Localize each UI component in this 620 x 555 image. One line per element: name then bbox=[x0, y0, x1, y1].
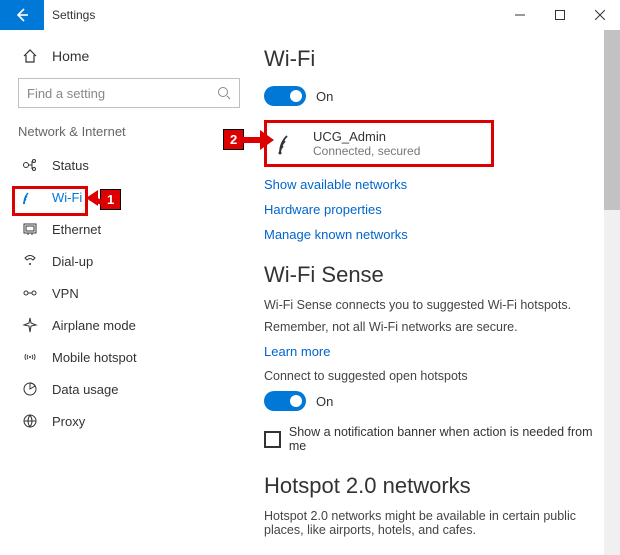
nav-vpn[interactable]: VPN bbox=[0, 277, 258, 309]
status-icon bbox=[22, 157, 38, 173]
main-panel: Wi-Fi On UCG_Admin Connected, secured Sh… bbox=[258, 30, 620, 555]
notification-label: Show a notification banner when action i… bbox=[289, 425, 610, 453]
open-hotspots-toggle[interactable] bbox=[264, 391, 306, 411]
wifi-signal-icon bbox=[277, 133, 301, 155]
minimize-button[interactable] bbox=[500, 0, 540, 30]
network-name: UCG_Admin bbox=[313, 129, 420, 144]
minimize-icon bbox=[515, 10, 525, 20]
category-label: Network & Internet bbox=[0, 118, 258, 149]
hardware-props-link[interactable]: Hardware properties bbox=[264, 202, 610, 217]
open-hotspots-label: Connect to suggested open hotspots bbox=[264, 369, 610, 383]
nav-label: Mobile hotspot bbox=[52, 350, 137, 365]
nav-dialup[interactable]: Dial-up bbox=[0, 245, 258, 277]
nav-label: Dial-up bbox=[52, 254, 93, 269]
hotspot20-heading: Hotspot 2.0 networks bbox=[264, 473, 610, 499]
nav-list: Status Wi-Fi Ethernet Dial-up VPN Airpla… bbox=[0, 149, 258, 437]
maximize-icon bbox=[555, 10, 565, 20]
wifi-toggle[interactable] bbox=[264, 86, 306, 106]
ethernet-icon bbox=[22, 221, 38, 237]
nav-label: Data usage bbox=[52, 382, 119, 397]
nav-status[interactable]: Status bbox=[0, 149, 258, 181]
network-status: Connected, secured bbox=[313, 144, 420, 158]
wifi-icon bbox=[22, 189, 38, 205]
nav-proxy[interactable]: Proxy bbox=[0, 405, 258, 437]
back-button[interactable] bbox=[0, 0, 44, 30]
nav-label: Wi-Fi bbox=[52, 190, 82, 205]
manage-known-link[interactable]: Manage known networks bbox=[264, 227, 610, 242]
sidebar: Home Find a setting Network & Internet S… bbox=[0, 30, 258, 555]
wifi-heading: Wi-Fi bbox=[264, 46, 610, 72]
sense-p2: Remember, not all Wi-Fi networks are sec… bbox=[264, 320, 610, 334]
nav-wifi[interactable]: Wi-Fi bbox=[0, 181, 258, 213]
nav-label: Proxy bbox=[52, 414, 85, 429]
nav-label: Airplane mode bbox=[52, 318, 136, 333]
hotspot-icon bbox=[22, 349, 38, 365]
arrow-left-icon bbox=[14, 7, 30, 23]
nav-airplane[interactable]: Airplane mode bbox=[0, 309, 258, 341]
search-icon bbox=[217, 86, 231, 100]
hotspot20-p: Hotspot 2.0 networks might be available … bbox=[264, 509, 610, 537]
dialup-icon bbox=[22, 253, 38, 269]
home-icon bbox=[22, 48, 38, 64]
wifi-toggle-label: On bbox=[316, 89, 333, 104]
scrollbar-thumb[interactable] bbox=[604, 30, 620, 210]
learn-more-link[interactable]: Learn more bbox=[264, 344, 610, 359]
data-icon bbox=[22, 381, 38, 397]
home-button[interactable]: Home bbox=[0, 40, 258, 72]
nav-label: Ethernet bbox=[52, 222, 101, 237]
proxy-icon bbox=[22, 413, 38, 429]
airplane-icon bbox=[22, 317, 38, 333]
close-button[interactable] bbox=[580, 0, 620, 30]
nav-label: Status bbox=[52, 158, 89, 173]
show-networks-link[interactable]: Show available networks bbox=[264, 177, 610, 192]
current-network[interactable]: UCG_Admin Connected, secured bbox=[264, 120, 494, 167]
wifi-sense-heading: Wi-Fi Sense bbox=[264, 262, 610, 288]
nav-hotspot[interactable]: Mobile hotspot bbox=[0, 341, 258, 373]
window-title: Settings bbox=[52, 8, 95, 22]
search-input[interactable]: Find a setting bbox=[18, 78, 240, 108]
titlebar: Settings bbox=[0, 0, 620, 30]
notification-checkbox[interactable] bbox=[264, 431, 281, 448]
search-placeholder: Find a setting bbox=[27, 86, 105, 101]
vpn-icon bbox=[22, 285, 38, 301]
home-label: Home bbox=[52, 48, 89, 64]
nav-ethernet[interactable]: Ethernet bbox=[0, 213, 258, 245]
nav-label: VPN bbox=[52, 286, 79, 301]
open-hotspots-toggle-label: On bbox=[316, 394, 333, 409]
sense-p1: Wi-Fi Sense connects you to suggested Wi… bbox=[264, 298, 610, 312]
close-icon bbox=[595, 10, 605, 20]
nav-data[interactable]: Data usage bbox=[0, 373, 258, 405]
maximize-button[interactable] bbox=[540, 0, 580, 30]
